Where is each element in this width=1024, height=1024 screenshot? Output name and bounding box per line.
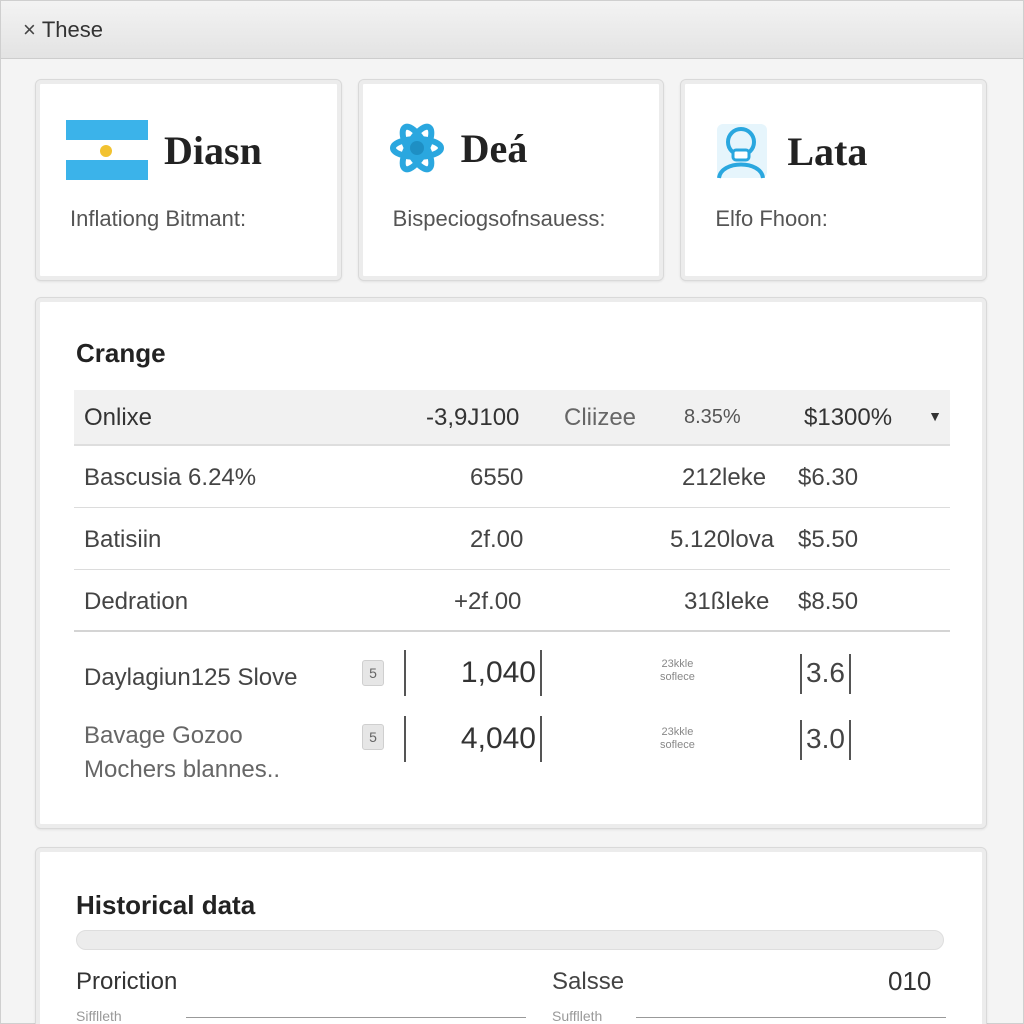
table-row[interactable]: Batisiin 2f.00 5.120lova $5.50 xyxy=(74,508,950,570)
entry-note: 23kkle soflece xyxy=(660,726,695,752)
card-subtitle: Bispeciogsofnsauess: xyxy=(392,206,606,231)
history-divider xyxy=(636,1017,946,1018)
entry-toggle-button[interactable]: 5 xyxy=(362,724,384,750)
entry-note-line-2: soflece xyxy=(660,671,695,683)
sort-dropdown-icon[interactable]: ▼ xyxy=(928,408,942,424)
entry-label: Bavage Gozoo xyxy=(84,722,243,749)
card-title: Lata xyxy=(787,128,868,174)
entry-rate-field[interactable]: 3.0 xyxy=(800,720,851,760)
history-search-bar[interactable] xyxy=(76,930,944,950)
row-price: $5.50 xyxy=(798,526,859,553)
card-lata[interactable]: Lata Elfo Fhoon: xyxy=(680,79,988,281)
card-title: Deá xyxy=(460,125,528,171)
entry-note-line-2: soflece xyxy=(660,739,695,751)
table-row[interactable]: Bascusia 6.24% 6550 212leke $6.30 xyxy=(74,446,950,508)
history-panel: Historical data Proriction Salsse 010 Si… xyxy=(35,847,987,1024)
card-title: Diasn xyxy=(164,127,262,173)
row-unit: 31ßleke xyxy=(684,588,770,615)
row-label: Bascusia 6.24% xyxy=(84,464,257,491)
row-unit: 212leke xyxy=(682,464,767,491)
table-row[interactable]: Dedration +2f.00 31ßleke $8.50 xyxy=(74,570,950,632)
card-subtitle: Inflationg Bitmant: xyxy=(70,206,247,231)
titlebar: × These xyxy=(1,1,1023,59)
header-col-2: -3,9J100 xyxy=(426,404,520,431)
entry-note-line-1: 23kkle xyxy=(661,658,694,670)
header-col-4: 8.35% xyxy=(684,406,741,428)
row-unit: 5.120lova xyxy=(670,526,775,553)
card-diasn[interactable]: Diasn Inflationg Bitmant: xyxy=(35,79,342,281)
entry-sublabel: Mochers blannes.. xyxy=(84,756,281,783)
entry-row: Bavage Gozoo Mochers blannes.. 5 23kkle … xyxy=(74,716,950,796)
summary-cards: Diasn Inflationg Bitmant: Deá Bispeciogs… xyxy=(35,79,988,281)
entry-label: Daylagiun125 Slove xyxy=(84,664,298,691)
header-col-1: Onlixe xyxy=(84,404,153,431)
table-header: Onlixe -3,9J100 Cliizee 8.35% $1300% ▼ xyxy=(74,390,950,446)
header-col-3: Cliizee xyxy=(564,404,637,431)
entry-amount-input[interactable] xyxy=(404,716,542,762)
entry-note-line-1: 23kkle xyxy=(661,726,694,738)
card-subtitle: Elfo Fhoon: xyxy=(715,206,828,231)
history-divider xyxy=(186,1017,526,1018)
row-value: 6550 xyxy=(470,464,524,491)
row-value: 2f.00 xyxy=(470,526,524,553)
history-sub-2: Sufflleth xyxy=(552,1008,603,1024)
entry-row: Daylagiun125 Slove 5 23kkle soflece 3.6 xyxy=(74,650,950,710)
history-col-1: Proriction xyxy=(76,968,178,995)
history-col-3: 010 xyxy=(888,966,932,996)
atom-icon xyxy=(389,123,444,173)
card-dea[interactable]: Deá Bispeciogsofnsauess: xyxy=(357,79,665,281)
section-title-history: Historical data xyxy=(76,890,256,920)
header-col-5: $1300% xyxy=(804,404,893,431)
user-icon xyxy=(717,124,768,179)
entry-amount-input[interactable] xyxy=(404,650,542,696)
history-sub-1: Sifflleth xyxy=(76,1008,122,1024)
window-title: These xyxy=(41,16,104,42)
close-icon[interactable]: × xyxy=(23,17,36,43)
row-label: Batisiin xyxy=(84,526,162,553)
row-price: $6.30 xyxy=(798,464,859,491)
entry-rate-field[interactable]: 3.6 xyxy=(800,654,851,694)
row-price: $8.50 xyxy=(798,588,859,615)
row-label: Dedration xyxy=(84,588,189,615)
history-col-2: Salsse xyxy=(552,968,625,995)
change-panel: Crange Onlixe -3,9J100 Cliizee 8.35% $13… xyxy=(35,297,987,829)
section-title-change: Crange xyxy=(76,338,166,368)
app-window: × These Diasn Inflationg Bitmant: Deá Bi… xyxy=(0,0,1024,1024)
entry-note: 23kkle soflece xyxy=(660,658,695,684)
row-value: +2f.00 xyxy=(454,588,522,615)
flag-icon xyxy=(66,120,148,180)
entry-toggle-button[interactable]: 5 xyxy=(362,660,384,686)
